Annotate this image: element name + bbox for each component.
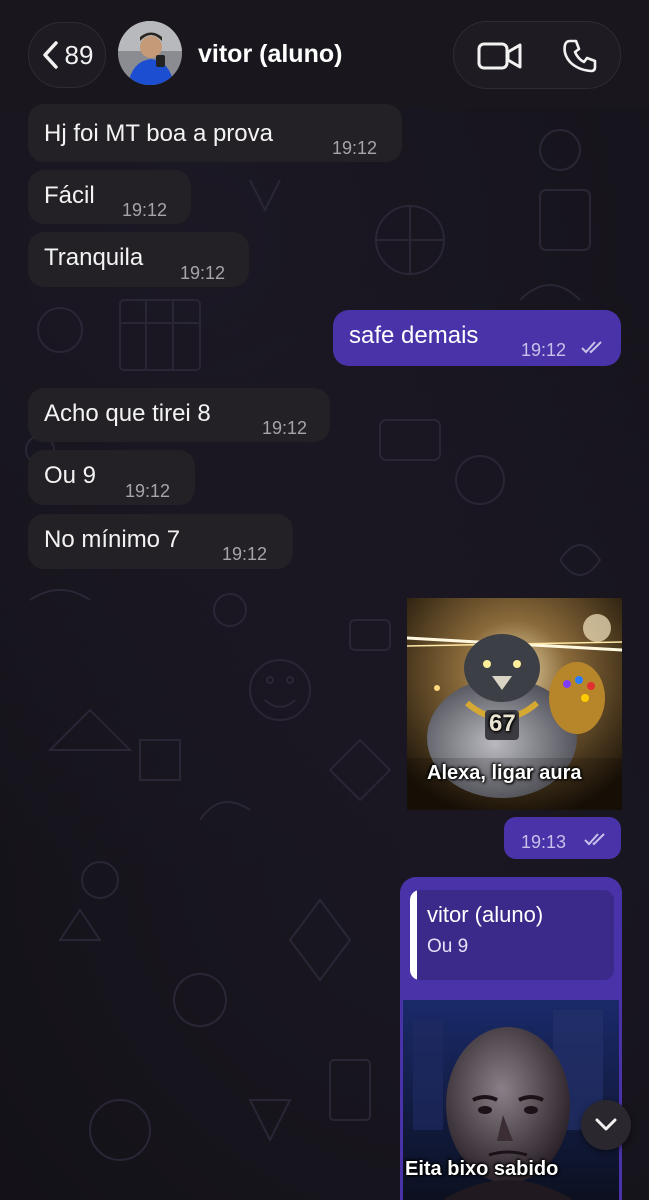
message-bubble[interactable]: No mínimo 7 19:12: [28, 514, 293, 569]
message-text: Hj foi MT boa a prova: [44, 120, 273, 147]
message-text: Ou 9: [44, 462, 97, 489]
video-call-button[interactable]: [472, 36, 528, 76]
avatar-photo: [118, 21, 182, 85]
voice-call-button[interactable]: [556, 34, 604, 78]
back-button[interactable]: 89: [28, 22, 106, 88]
message-text: safe demais: [349, 322, 479, 349]
chevron-left-icon: [42, 41, 58, 69]
scroll-to-bottom-button[interactable]: [581, 1100, 631, 1150]
unread-count: 89: [64, 39, 94, 70]
double-check-icon: [584, 833, 605, 846]
sticker-image[interactable]: 67 Alexa, ligar aura: [407, 598, 622, 810]
message-time: 19:13: [521, 832, 567, 852]
double-check-icon: [581, 341, 602, 354]
reply-image[interactable]: Eita bixo sabido: [403, 1000, 619, 1200]
quoted-message[interactable]: vitor (aluno) Ou 9: [410, 890, 614, 980]
message-time: 19:12: [262, 418, 308, 438]
message-bubble[interactable]: safe demais 19:12: [333, 310, 621, 366]
sticker-caption: Alexa, ligar aura: [427, 762, 582, 784]
message-bubble[interactable]: Fácil 19:12: [28, 170, 191, 224]
video-camera-icon: [477, 42, 522, 70]
message-time: 19:12: [180, 263, 226, 283]
message-bubble[interactable]: Hj foi MT boa a prova 19:12: [28, 104, 402, 162]
message-text: Tranquila: [44, 244, 144, 271]
message-text: Acho que tirei 8: [44, 400, 211, 427]
reply-image-caption: Eita bixo sabido: [405, 1158, 559, 1180]
message-bubble[interactable]: Tranquila 19:12: [28, 232, 249, 287]
message-time: 19:12: [125, 481, 171, 501]
call-actions: [453, 21, 621, 89]
message-bubble[interactable]: Acho que tirei 8 19:12: [28, 388, 330, 442]
phone-icon: [563, 39, 597, 73]
quote-bar: [410, 890, 417, 980]
message-time-bubble: 19:13: [504, 817, 621, 859]
quoted-text: Ou 9: [427, 936, 469, 957]
message-text: Fácil: [44, 182, 95, 209]
message-time: 19:12: [332, 138, 378, 158]
message-time: 19:12: [222, 544, 268, 564]
chat-header: 89 vitor (aluno): [0, 0, 649, 108]
message-text: No mínimo 7: [44, 526, 181, 553]
contact-name[interactable]: vitor (aluno): [198, 40, 342, 69]
contact-avatar[interactable]: [118, 21, 182, 85]
chevron-down-icon: [595, 1118, 617, 1131]
message-time: 19:12: [122, 200, 168, 220]
quoted-sender: vitor (aluno): [427, 902, 544, 927]
message-time: 19:12: [521, 340, 567, 360]
message-bubble[interactable]: Ou 9 19:12: [28, 450, 195, 505]
sticker-badge-number: 67: [489, 710, 516, 737]
